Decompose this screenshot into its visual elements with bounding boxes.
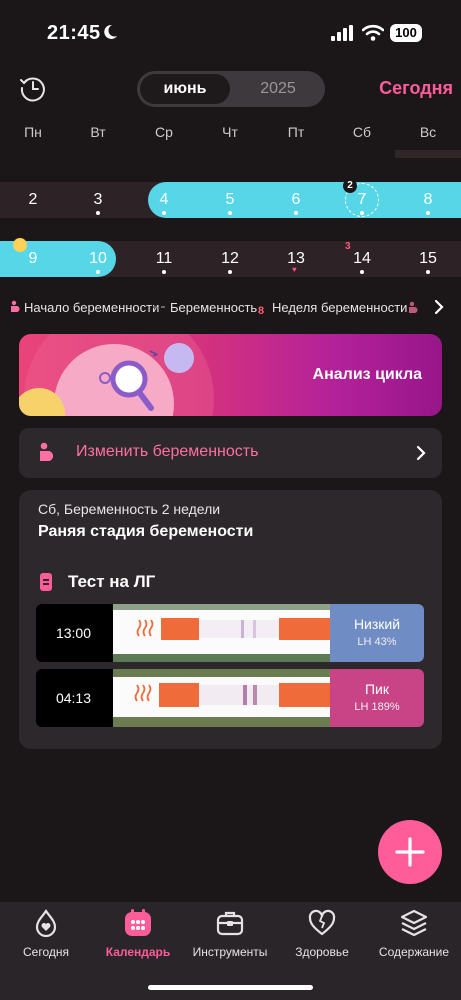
weekday-label: Ср	[155, 124, 173, 140]
calendar-day[interactable]: 3	[75, 182, 121, 218]
calendar-day[interactable]: 8	[405, 182, 451, 218]
pregnancy-dash-icon	[153, 306, 165, 308]
calendar-day-selected[interactable]: 7 2	[339, 179, 385, 218]
heart-icon	[308, 909, 336, 936]
home-indicator	[148, 985, 313, 990]
banner-title: Анализ цикла	[312, 366, 422, 383]
weekday-header: Пн Вт Ср Чт Пт Сб Вс	[0, 124, 461, 144]
event-dot	[162, 211, 166, 215]
event-dot	[228, 270, 232, 274]
test-time: 13:00	[55, 625, 92, 641]
event-dot	[96, 270, 100, 274]
cycle-analysis-banner[interactable]: Анализ цикла	[19, 334, 442, 416]
event-dot	[228, 211, 232, 215]
year-tab[interactable]: 2025	[237, 74, 319, 104]
test-result-value: LH 189%	[354, 701, 400, 713]
change-pregnancy-label: Изменить беременность	[76, 443, 259, 460]
change-pregnancy-row[interactable]: Изменить беременность	[19, 428, 442, 478]
magnifier-illustration	[19, 334, 214, 416]
test-result-badge: Низкий LH 43%	[330, 604, 424, 662]
calendar-day[interactable]: 15	[405, 241, 451, 277]
chevron-right-icon[interactable]	[432, 297, 446, 317]
plus-icon	[395, 837, 425, 867]
wifi-icon	[362, 24, 384, 41]
calendar-week: 2 3 4 5 6 7 2 8	[0, 179, 461, 218]
event-dot	[426, 270, 430, 274]
event-dot	[360, 270, 364, 274]
toolbox-icon	[216, 911, 244, 936]
weekday-label: Пт	[287, 124, 305, 140]
status-time: 21:45	[47, 22, 101, 44]
legend-item: 8 Неделя беременности	[258, 300, 408, 317]
calendar-day[interactable]: 3 14	[339, 241, 385, 277]
legend-item: Начало беременности	[8, 300, 159, 315]
tab-calendar[interactable]: Календарь	[92, 908, 184, 968]
calendar-day[interactable]: 11	[141, 241, 187, 277]
event-dot	[96, 211, 100, 215]
drop-heart-icon	[35, 909, 57, 938]
event-dot	[294, 211, 298, 215]
calendar-day[interactable]: 12	[207, 241, 253, 277]
calendar-week: 9 10 11 12 13 ♥ 3 14 15	[0, 238, 461, 277]
moon-icon	[104, 24, 117, 39]
test-result-level: Пик	[364, 681, 389, 697]
day-subtitle: Сб, Беременность 2 недели	[38, 501, 221, 517]
test-time: 04:13	[55, 690, 92, 706]
calendar-day[interactable]: 4	[141, 182, 187, 218]
calendar-day[interactable]: 9	[10, 238, 56, 277]
battery-indicator: 100	[390, 24, 422, 42]
lh-test-record[interactable]: 13:00 Низкий LH 43%	[36, 604, 424, 662]
day-details-card: Сб, Беременность 2 недели Раняя стадия б…	[19, 490, 442, 749]
test-strip-photo	[113, 604, 349, 662]
layers-icon	[400, 909, 428, 937]
weekday-label: Вт	[90, 124, 106, 140]
month-tab[interactable]: июнь	[140, 74, 230, 104]
pregnancy-week-badge: 2	[343, 179, 357, 193]
tab-tools[interactable]: Инструменты	[184, 908, 276, 968]
previous-week-tail	[395, 150, 461, 158]
add-button[interactable]	[378, 820, 442, 884]
pregnant-icon	[40, 442, 54, 461]
calendar-header: июнь 2025 Сегодня	[0, 68, 461, 112]
calendar-day[interactable]: 5	[207, 182, 253, 218]
test-result-value: LH 43%	[357, 636, 397, 648]
weekday-label: Вс	[419, 124, 437, 140]
history-icon[interactable]	[19, 74, 47, 102]
pregnant-icon	[11, 300, 20, 312]
calendar-day[interactable]: 2	[10, 182, 56, 218]
calendar-day[interactable]: 13 ♥	[273, 241, 319, 277]
event-dot	[360, 211, 364, 215]
tab-health[interactable]: Здоровье	[276, 908, 368, 968]
pregnant-icon	[409, 301, 418, 313]
weekday-label: Сб	[352, 124, 372, 140]
calendar-day[interactable]: 10	[75, 241, 121, 277]
tab-content[interactable]: Содержание	[368, 908, 460, 968]
weekday-label: Чт	[222, 124, 238, 140]
test-strip-icon	[40, 573, 52, 591]
status-bar: 21:45 100	[0, 0, 461, 60]
today-button[interactable]: Сегодня	[379, 78, 453, 99]
pregnancy-week-marker: 3	[345, 241, 351, 252]
test-result-badge: Пик LH 189%	[330, 669, 424, 727]
event-dot	[162, 270, 166, 274]
flower-icon	[13, 238, 27, 252]
day-heading: Раняя стадия беремености	[38, 523, 254, 540]
test-strip-photo	[113, 669, 349, 727]
calendar-icon	[125, 909, 151, 936]
tab-today[interactable]: Сегодня	[0, 908, 92, 968]
chevron-right-icon	[416, 445, 426, 461]
lh-test-record[interactable]: 04:13 Пик LH 189%	[36, 669, 424, 727]
month-year-switch: июнь 2025	[137, 71, 325, 107]
calendar-day[interactable]: 6	[273, 182, 319, 218]
legend-item: Беременность	[152, 300, 257, 315]
heart-icon: ♥	[292, 265, 297, 274]
calendar-legend[interactable]: Начало беременности Беременность 8 Неделя…	[0, 297, 461, 319]
weekday-label: Пн	[24, 124, 42, 140]
event-dot	[426, 211, 430, 215]
pregnancy-week-legend-marker: 8	[258, 305, 265, 317]
signal-icon	[331, 25, 353, 41]
test-result-level: Низкий	[353, 616, 401, 632]
